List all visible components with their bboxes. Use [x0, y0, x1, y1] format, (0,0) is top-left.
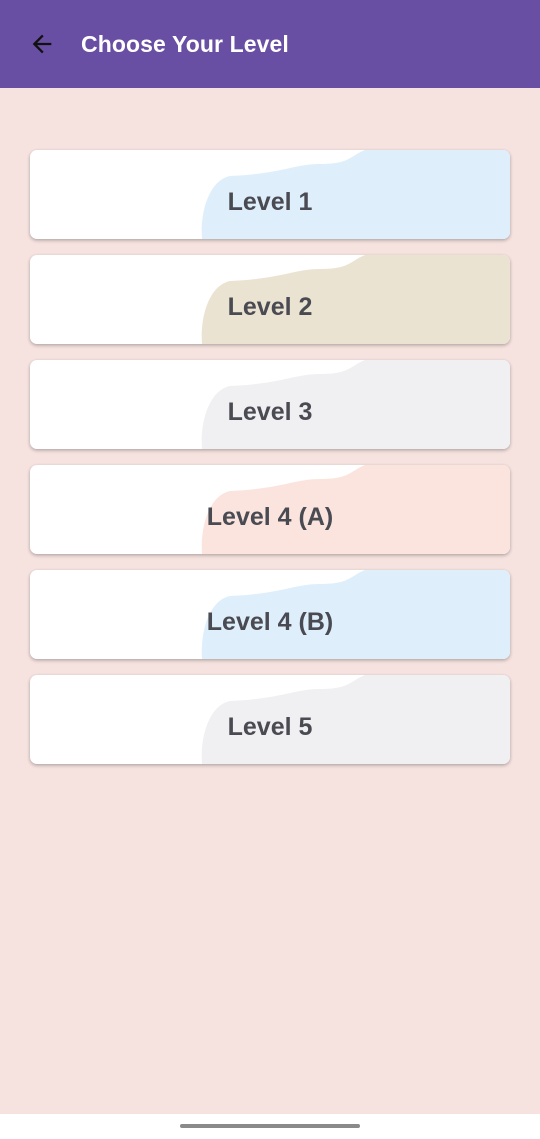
- system-nav-bar: [0, 1114, 540, 1139]
- back-button[interactable]: [20, 22, 64, 66]
- level-card-4b[interactable]: Level 4 (B): [30, 570, 510, 659]
- arrow-left-icon: [32, 34, 52, 54]
- level-label: Level 1: [227, 188, 313, 216]
- level-card-2[interactable]: Level 2: [30, 255, 510, 344]
- level-card-3[interactable]: Level 3: [30, 360, 510, 449]
- level-label: Level 2: [227, 293, 313, 321]
- level-card-5[interactable]: Level 5: [30, 675, 510, 764]
- level-card-1[interactable]: Level 1: [30, 150, 510, 239]
- level-label: Level 3: [227, 398, 313, 426]
- level-label: Level 4 (A): [206, 503, 334, 531]
- page-title: Choose Your Level: [81, 30, 289, 57]
- home-indicator[interactable]: [180, 1124, 360, 1128]
- level-list: Level 1 Level 2 Level 3 Level 4 (A) Leve…: [30, 150, 510, 780]
- level-label: Level 5: [227, 713, 313, 741]
- app-bar: Choose Your Level: [0, 0, 540, 88]
- level-label: Level 4 (B): [206, 608, 334, 636]
- level-card-4a[interactable]: Level 4 (A): [30, 465, 510, 554]
